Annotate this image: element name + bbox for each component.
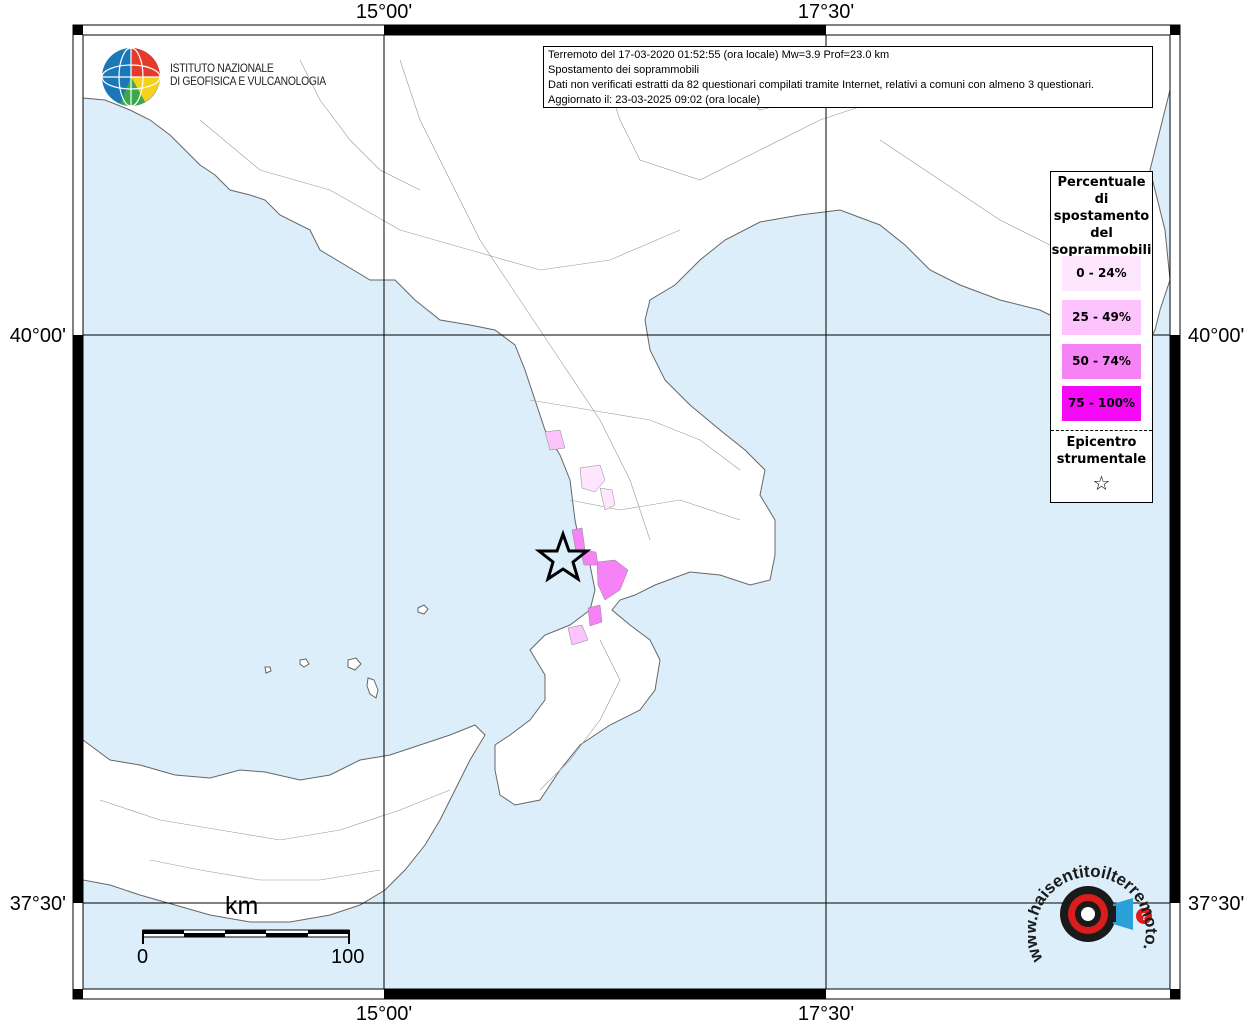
legend-item-75-100: 75 - 100% [1062,386,1141,421]
event-info-line: Aggiornato il: 23-03-2025 09:02 (ora loc… [548,94,761,106]
legend-item-0-24: 0 - 24% [1062,256,1141,291]
scale-unit: km [225,892,259,920]
lat-label-left-1: 40°00' [10,325,66,347]
legend: Percentuale di spostamento del soprammob… [1050,171,1153,503]
legend-title: Percentuale di spostamento del soprammob… [1051,172,1152,259]
legend-title-line: del [1090,226,1113,241]
event-info-line: Spostamento dei soprammobili [548,64,700,76]
lon-label-top-2: 17°30' [798,1,854,23]
legend-item-25-49: 25 - 49% [1062,300,1141,335]
lat-label-left-2: 37°30' [10,893,66,915]
legend-divider [1051,430,1152,431]
legend-epicenter-line: strumentale [1056,452,1147,467]
ingv-globe-icon [101,47,161,107]
lat-label-right-2: 37°30' [1188,893,1244,915]
event-info-line: Dati non verificati estratti da 82 quest… [548,79,1094,91]
haisentito-logo: ? www.haisentitoilterremoto.it [1020,839,1168,984]
haisentito-target-icon: ? www.haisentitoilterremoto.it [1020,839,1160,966]
legend-title-line: spostamento [1053,209,1150,224]
event-info-box: Terremoto del 17-03-2020 01:52:55 (ora l… [543,46,1153,108]
legend-star-icon: ☆ [1092,471,1111,495]
lat-label-right-1: 40°00' [1188,325,1244,347]
scale-end-label: 100 [331,946,365,968]
ingv-name-line2: DI GEOFISICA E VULCANOLOGIA [170,74,326,88]
legend-title-line: Percentuale [1057,175,1146,190]
felt-area-50-74 [587,604,603,627]
lon-label-bottom-2: 17°30' [798,1003,854,1024]
ingv-logo: ISTITUTO NAZIONALE DI GEOFISICA E VULCAN… [100,46,326,110]
lon-label-top-1: 15°00' [356,1,412,23]
scale-start-label: 0 [137,946,149,968]
event-info-line: Terremoto del 17-03-2020 01:52:55 (ora l… [548,49,890,61]
legend-epicenter-label: Epicentro strumentale [1051,434,1152,468]
ingv-name: ISTITUTO NAZIONALE DI GEOFISICA E VULCAN… [170,62,326,88]
legend-item-50-74: 50 - 74% [1062,344,1141,379]
legend-title-line: di [1094,192,1109,207]
lon-label-bottom-1: 15°00' [356,1003,412,1024]
legend-epicenter-line: Epicentro [1066,435,1137,450]
